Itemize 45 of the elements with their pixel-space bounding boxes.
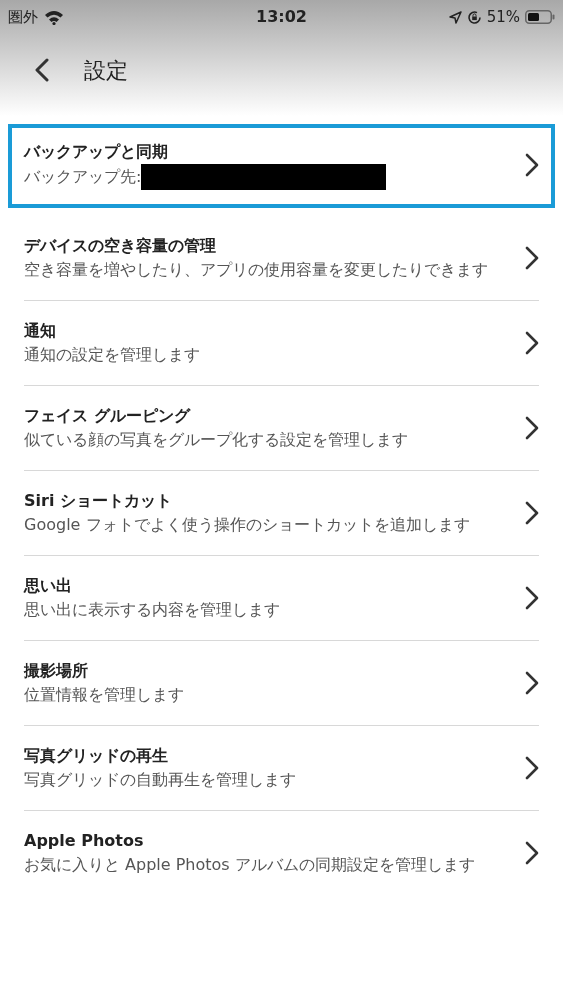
settings-item[interactable]: Apple Photos お気に入りと Apple Photos アルバムの同期設定を管理します (8, 811, 555, 895)
settings-item[interactable]: Siri ショートカット Google フォトでよく使う操作のショートカットを追加します (8, 471, 555, 555)
item-title: バックアップと同期 (24, 141, 169, 163)
settings-item[interactable]: 写真グリッドの再生 写真グリッドの自動再生を管理します (8, 726, 555, 810)
battery-percent: 51% (486, 6, 520, 28)
chevron-right-icon (525, 671, 539, 695)
item-subtitle: お気に入りと Apple Photos アルバムの同期設定を管理します (24, 854, 475, 876)
chevron-right-icon (525, 416, 539, 440)
chevron-right-icon (525, 841, 539, 865)
page-title: 設定 (84, 56, 128, 85)
battery-icon (525, 10, 555, 24)
settings-item[interactable]: バックアップと同期 バックアップ先: (8, 124, 555, 208)
chevron-right-icon (525, 153, 539, 177)
item-subtitle: 写真グリッドの自動再生を管理します (24, 769, 296, 791)
item-subtitle: 通知の設定を管理します (24, 344, 200, 366)
back-icon (35, 58, 49, 82)
location-arrow-icon (448, 10, 462, 24)
item-subtitle: 似ている顔の写真をグループ化する設定を管理します (24, 429, 408, 451)
chevron-right-icon (525, 246, 539, 270)
rotation-lock-icon (466, 9, 482, 25)
item-subtitle: バックアップ先: (24, 166, 142, 188)
item-title: 通知 (24, 320, 57, 342)
settings-item[interactable]: 撮影場所 位置情報を管理します (8, 641, 555, 725)
chevron-right-icon (525, 331, 539, 355)
chevron-right-icon (525, 586, 539, 610)
clock-time: 13:02 (256, 6, 307, 28)
item-title: Siri ショートカット (24, 490, 173, 512)
item-title: 思い出 (24, 575, 73, 597)
item-title: フェイス グルーピング (24, 405, 192, 427)
item-subtitle: 位置情報を管理します (24, 684, 184, 706)
wifi-icon (44, 9, 64, 25)
settings-item[interactable]: フェイス グルーピング 似ている顔の写真をグループ化する設定を管理します (8, 386, 555, 470)
settings-item[interactable]: 思い出 思い出に表示する内容を管理します (8, 556, 555, 640)
item-title: 撮影場所 (24, 660, 89, 682)
item-title: 写真グリッドの再生 (24, 745, 169, 767)
item-title: デバイスの空き容量の管理 (24, 235, 217, 257)
chevron-right-icon (525, 501, 539, 525)
settings-item[interactable]: デバイスの空き容量の管理 空き容量を増やしたり、アプリの使用容量を変更したりできます (8, 216, 555, 300)
carrier-label: 圏外 (8, 6, 38, 28)
item-subtitle: 空き容量を増やしたり、アプリの使用容量を変更したりできます (24, 259, 488, 281)
item-title: Apple Photos (24, 830, 145, 852)
chevron-right-icon (525, 756, 539, 780)
item-subtitle: Google フォトでよく使う操作のショートカットを追加します (24, 514, 470, 536)
settings-item[interactable]: 通知 通知の設定を管理します (8, 301, 555, 385)
item-subtitle: 思い出に表示する内容を管理します (24, 599, 280, 621)
